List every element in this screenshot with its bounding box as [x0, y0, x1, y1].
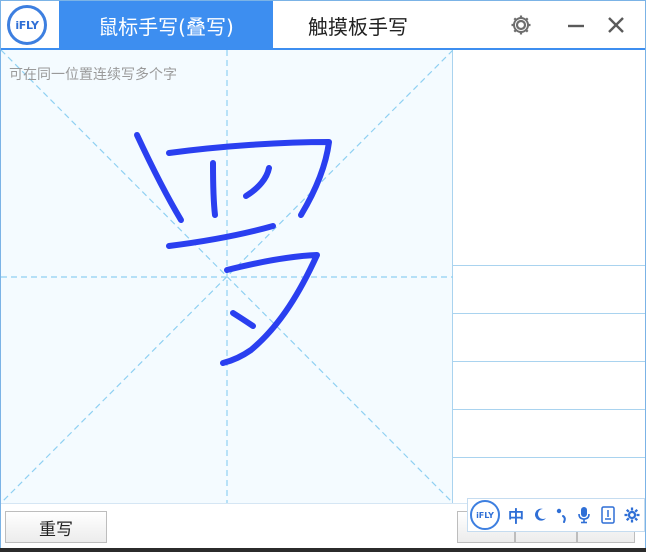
microphone-icon-glyph [578, 507, 590, 524]
close-icon [608, 17, 624, 33]
ime-toolbar: iFLY 中 [467, 498, 645, 532]
ime-logo-text: iFLY [476, 510, 494, 520]
chinese-mode-label: 中 [507, 507, 524, 526]
tab-mouse-handwriting-label: 鼠标手写(叠写) [98, 14, 234, 39]
candidate-primary[interactable] [453, 50, 645, 265]
candidate-row[interactable] [453, 265, 645, 313]
rewrite-button[interactable]: 重写 [5, 511, 107, 543]
tab-mouse-handwriting[interactable]: 鼠标手写(叠写) [59, 1, 273, 49]
candidate-row[interactable] [453, 409, 645, 457]
title-bar: iFLY 鼠标手写(叠写) 触摸板手写 [1, 1, 645, 49]
keyboard-icon[interactable] [598, 504, 618, 526]
minimize-button[interactable] [558, 7, 594, 43]
logo-text: iFLY [15, 18, 39, 32]
punctuation-icon[interactable] [552, 504, 572, 526]
moon-icon[interactable] [530, 504, 550, 526]
candidate-panel [453, 50, 645, 503]
chinese-mode-toggle[interactable]: 中 [506, 504, 526, 526]
ime-gear-icon-glyph [624, 507, 640, 523]
ifly-logo: iFLY [7, 5, 47, 45]
handwriting-strokes [134, 132, 332, 366]
ime-gear-icon[interactable] [622, 504, 642, 526]
settings-button[interactable] [503, 7, 539, 43]
keyboard-icon-glyph [601, 506, 615, 524]
close-button[interactable] [598, 7, 634, 43]
ime-logo[interactable]: iFLY [470, 500, 500, 530]
handwriting-window: iFLY 鼠标手写(叠写) 触摸板手写 可在同一位置连续写多个字 重写 iFLY… [0, 0, 646, 552]
taskbar-strip [0, 548, 646, 552]
candidate-row[interactable] [453, 361, 645, 409]
moon-icon-glyph [535, 508, 546, 521]
tab-touchpad-handwriting[interactable]: 触摸板手写 [273, 1, 443, 49]
pad-hint: 可在同一位置连续写多个字 [9, 67, 177, 83]
minimize-icon [568, 24, 584, 28]
rewrite-label: 重写 [39, 519, 73, 540]
microphone-icon[interactable] [574, 504, 594, 526]
gear-icon [511, 15, 531, 35]
candidate-row[interactable] [453, 313, 645, 361]
tab-touchpad-handwriting-label: 触摸板手写 [308, 14, 408, 39]
writing-pad[interactable]: 可在同一位置连续写多个字 [1, 50, 453, 503]
punctuation-icon-glyph [556, 508, 566, 523]
